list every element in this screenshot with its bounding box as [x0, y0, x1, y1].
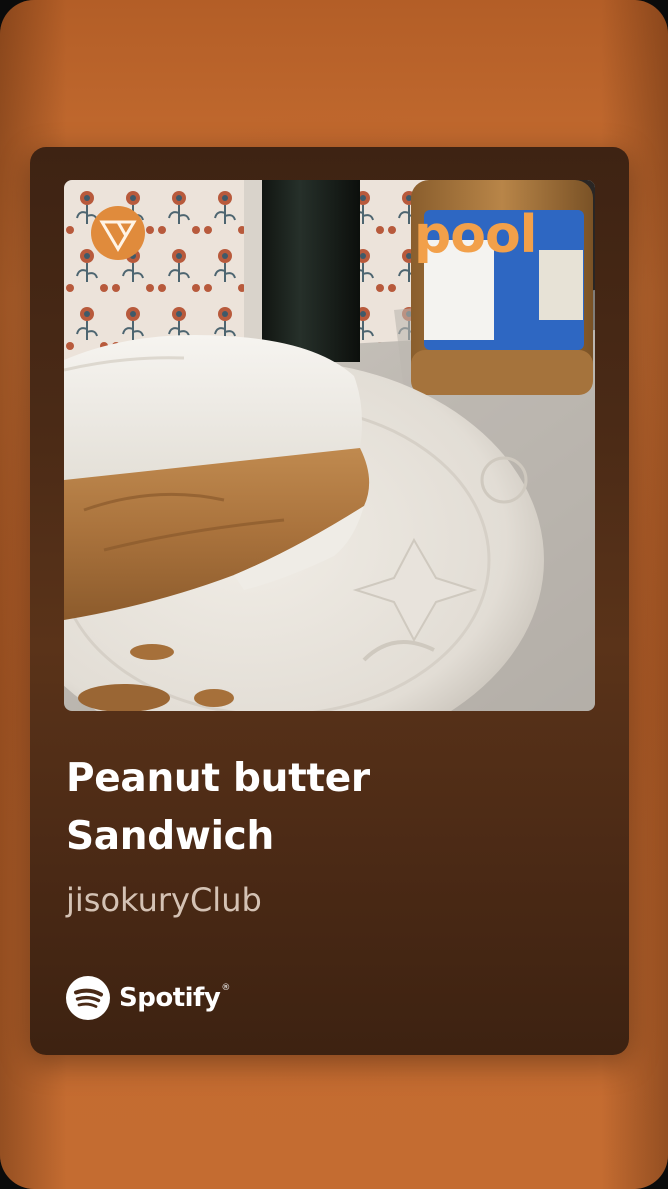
- cover-logo-text: pool: [414, 205, 537, 265]
- spotify-icon: [66, 976, 110, 1020]
- share-card[interactable]: pool Peanut butter Sandwich jisokuryClub…: [30, 147, 629, 1055]
- track-title: Peanut butter Sandwich: [66, 756, 370, 859]
- spotify-wordmark: Spotify®: [119, 983, 230, 1013]
- spotify-brand[interactable]: Spotify®: [66, 976, 230, 1020]
- story-screen: pool Peanut butter Sandwich jisokuryClub…: [0, 0, 668, 1189]
- album-cover: pool: [64, 180, 595, 711]
- triangle-logo-icon: [91, 206, 145, 260]
- artist-name[interactable]: jisokuryClub: [66, 880, 262, 920]
- album-cover-image: pool: [64, 180, 595, 711]
